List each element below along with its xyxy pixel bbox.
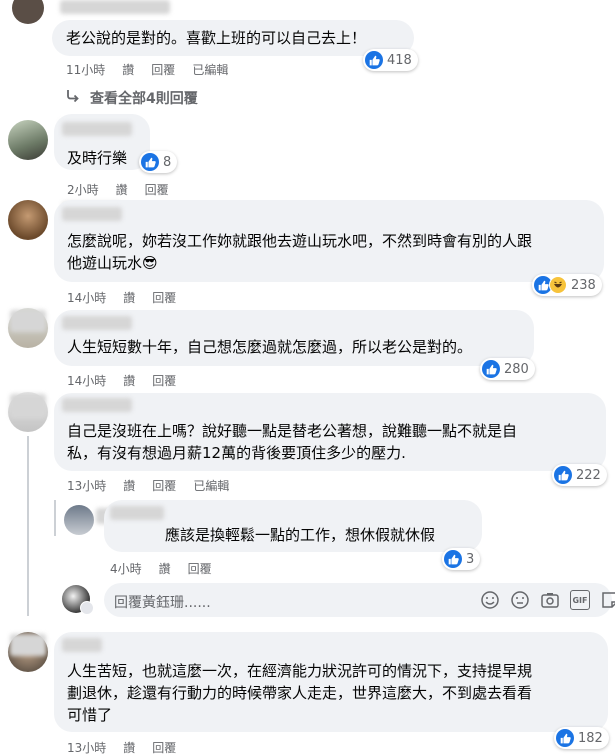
thread-line [27,436,29,616]
timestamp[interactable]: 2小時 [67,181,99,198]
like-reaction-icon [141,153,159,171]
gif-icon[interactable]: GIF [570,590,590,610]
composer-toolbar: GIF [480,590,615,610]
avatar[interactable] [8,200,48,240]
timestamp[interactable]: 14小時 [67,289,106,306]
avatar[interactable] [64,505,94,535]
blurred-username [110,506,164,520]
timestamp[interactable]: 14小時 [67,372,106,389]
like-reaction-icon [482,360,500,378]
comment-text: 自己是沒班在上嗎？說好聽一點是替老公著想，說難聽一點不就是自 私，有沒有想過月薪… [67,422,518,462]
reply-arrow-icon [66,89,84,107]
comment-text: 人生苦短，也就這麼一次，在經濟能力狀況許可的情況下，支持提早規 劃退休，趁還有行… [67,662,533,724]
reply-input-placeholder: 回覆黃鈺珊...... [114,595,211,611]
reaction-summary[interactable]: 222 [552,464,607,486]
comment-text: 應該是換輕鬆一點的工作，想休假就休假 [165,526,436,544]
comment-text: 人生短短數十年，自己想怎麼過就怎麼過，所以老公是對的。 [67,338,473,356]
blurred-username [62,638,102,652]
blurred-username [60,0,170,14]
comment-meta: 14小時 讚 回覆 [67,372,176,389]
blurred-username [62,316,132,330]
reply-link[interactable]: 回覆 [188,560,212,577]
account-switch-badge[interactable] [80,601,94,615]
reply-link[interactable]: 回覆 [152,477,176,494]
reaction-summary[interactable]: 418 [363,49,418,71]
avatar[interactable] [12,0,44,24]
like-link[interactable]: 讚 [159,560,171,577]
reply-link[interactable]: 回覆 [145,181,169,198]
reaction-summary[interactable]: 3 [442,548,481,570]
like-link[interactable]: 讚 [123,372,135,389]
emoji-icon[interactable] [480,590,500,610]
comment-meta: 14小時 讚 回覆 [67,289,176,306]
haha-reaction-icon [549,276,567,294]
comment-text: 及時行樂 [67,149,128,167]
comment-text: 怎麼說呢，妳若沒工作妳就跟他去遊山玩水吧，不然到時會有別的人跟 他遊山玩水😎 [67,232,533,272]
timestamp[interactable]: 13小時 [67,739,106,756]
reaction-summary[interactable]: 238 [532,274,602,296]
reaction-summary[interactable]: 280 [480,358,535,380]
like-link[interactable]: 讚 [116,181,128,198]
comment-text: 老公說的是對的。喜歡上班的可以自己去上！ [66,29,367,47]
like-link[interactable]: 讚 [123,289,135,306]
avatar[interactable] [8,120,48,160]
reaction-summary[interactable]: 8 [139,151,178,173]
reply-link[interactable]: 回覆 [152,739,176,756]
like-link[interactable]: 讚 [122,61,134,78]
edited-label: 已編輯 [193,479,230,493]
blurred-username [10,310,46,332]
reply-link[interactable]: 回覆 [151,61,175,78]
like-reaction-icon [556,729,574,747]
like-reaction-icon [365,51,383,69]
blurred-username [62,398,132,412]
blurred-username [10,394,46,418]
comment-meta: 13小時 讚 回覆 已編輯 [67,477,229,494]
sticker-alt-icon[interactable] [600,590,615,610]
comment-meta: 13小時 讚 回覆 [67,739,176,756]
comment-meta: 11小時 讚 回覆 已編輯 [66,61,228,78]
timestamp[interactable]: 11小時 [66,61,105,78]
like-link[interactable]: 讚 [123,477,135,494]
reaction-summary[interactable]: 182 [554,727,609,749]
sticker-icon[interactable] [510,590,530,610]
blurred-username [62,122,132,136]
like-link[interactable]: 讚 [123,739,135,756]
like-reaction-icon [444,550,462,568]
blurred-username [62,207,122,221]
comment-meta: 2小時 讚 回覆 [67,181,169,198]
comment-meta: 4小時 讚 回覆 [110,560,212,577]
reply-link[interactable]: 回覆 [152,372,176,389]
blurred-username [10,634,46,656]
timestamp[interactable]: 4小時 [110,560,142,577]
edited-label: 已編輯 [192,63,229,77]
camera-icon[interactable] [540,590,560,610]
timestamp[interactable]: 13小時 [67,477,106,494]
like-reaction-icon [554,466,572,484]
reply-link[interactable]: 回覆 [152,289,176,306]
view-replies-link[interactable]: 查看全部4則回覆 [66,88,198,108]
thread-line [54,500,56,536]
